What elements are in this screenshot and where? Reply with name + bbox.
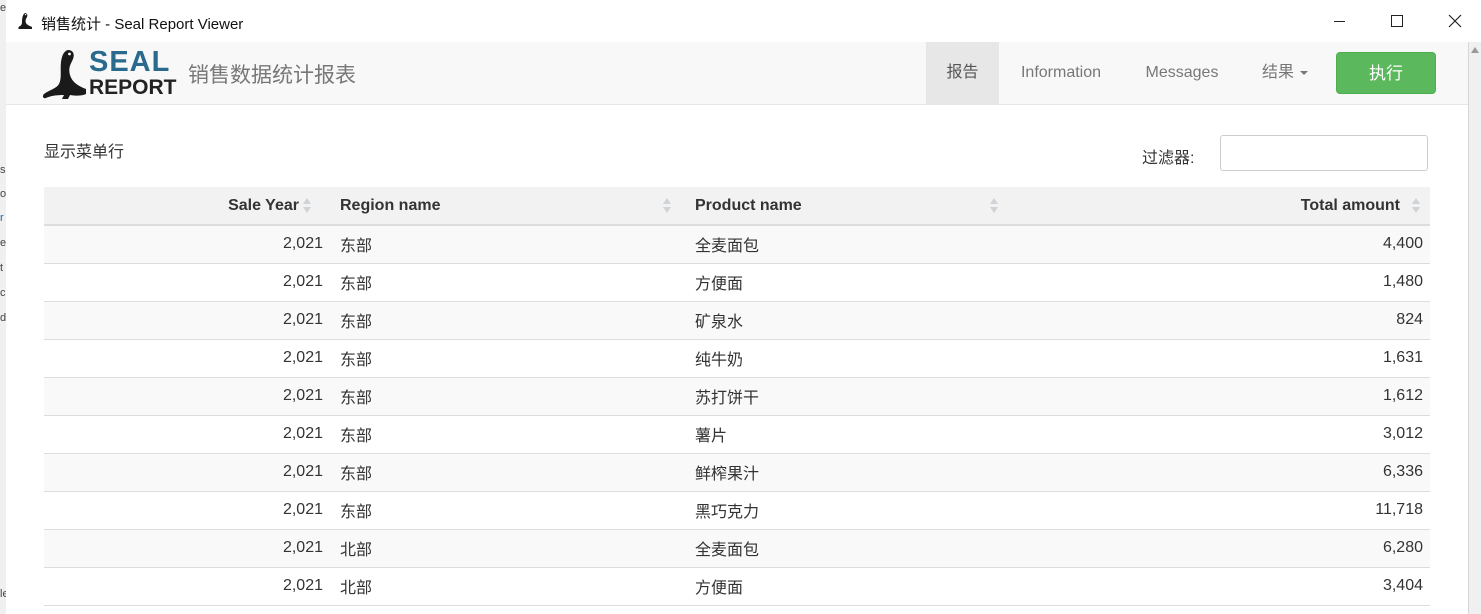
report-viewer-window: 销售统计 - Seal Report Viewer SEAL REPORT 销售… — [6, 0, 1468, 614]
table-cell: 北部 — [333, 567, 688, 606]
report-title: 销售数据统计报表 — [188, 64, 356, 87]
table-cell: 东部 — [333, 453, 688, 492]
vertical-scrollbar[interactable] — [1468, 42, 1481, 614]
table-cell: 6,336 — [1033, 453, 1430, 492]
seal-logo-icon — [42, 50, 86, 99]
table-cell: 2,021 — [44, 415, 333, 454]
table-cell: 2,021 — [44, 491, 333, 530]
table-cell: 东部 — [333, 491, 688, 530]
table-cell: 东部 — [333, 301, 688, 340]
table-cell: 2,021 — [44, 453, 333, 492]
table-cell: 东部 — [333, 339, 688, 378]
table-cell: 东部 — [333, 415, 688, 454]
table-cell: 4,400 — [1033, 225, 1430, 264]
table-cell: 薯片 — [688, 415, 1033, 454]
table-cell: 东部 — [333, 263, 688, 302]
title-bar[interactable]: 销售统计 - Seal Report Viewer — [6, 0, 1468, 42]
column-header-label: Sale Year — [228, 196, 299, 214]
table-row[interactable]: 2,021 东部 黑巧克力 11,718 — [44, 491, 1430, 530]
table-cell: 824 — [1033, 301, 1430, 340]
column-header-product-name[interactable]: Product name — [688, 187, 1033, 226]
show-menu-row-toggle[interactable]: 显示菜单行 — [44, 138, 124, 162]
logo-report-text: REPORT — [89, 76, 177, 99]
close-icon — [1448, 14, 1462, 28]
table-cell: 黑巧克力 — [688, 491, 1033, 530]
table-cell: 2,021 — [44, 339, 333, 378]
minimize-button[interactable] — [1310, 0, 1368, 42]
maximize-icon — [1391, 15, 1403, 27]
table-cell: 鲜榨果汁 — [688, 453, 1033, 492]
table-cell: 2,021 — [44, 567, 333, 606]
sort-icon — [303, 197, 311, 215]
column-header-total-amount[interactable]: Total amount — [1033, 187, 1430, 226]
nav-dropdown-results-label: 结果 — [1261, 64, 1294, 81]
table-body: 2,021 东部 全麦面包 4,400 2,021 东部 方便面 1,480 2,021 东部 矿泉… — [44, 225, 1430, 606]
table-cell: 2,021 — [44, 225, 333, 264]
desktop-text-fragment: c — [0, 287, 6, 299]
table-row[interactable]: 2,021 东部 鲜榨果汁 6,336 — [44, 453, 1430, 492]
table-row[interactable]: 2,021 北部 全麦面包 6,280 — [44, 529, 1430, 568]
table-row[interactable]: 2,021 东部 纯牛奶 1,631 — [44, 339, 1430, 378]
table-row[interactable]: 2,021 东部 薯片 3,012 — [44, 415, 1430, 454]
sort-icon — [1412, 197, 1420, 215]
table-cell: 方便面 — [688, 567, 1033, 606]
nav-dropdown-results[interactable]: 结果 — [1250, 42, 1320, 104]
table-row[interactable]: 2,021 东部 方便面 1,480 — [44, 263, 1430, 302]
table-cell: 2,021 — [44, 377, 333, 416]
nav-tab-report[interactable]: 报告 — [926, 42, 999, 104]
table-cell: 方便面 — [688, 263, 1033, 302]
filter-label: 过滤器: — [1142, 150, 1195, 167]
table-cell: 11,718 — [1033, 491, 1430, 530]
table-cell: 东部 — [333, 225, 688, 264]
column-header-label: Product name — [695, 196, 802, 214]
table-cell: 苏打饼干 — [688, 377, 1033, 416]
table-cell: 全麦面包 — [688, 529, 1033, 568]
sort-icon — [990, 197, 998, 215]
seal-app-icon — [18, 13, 32, 29]
table-row[interactable]: 2,021 东部 苏打饼干 1,612 — [44, 377, 1430, 416]
sort-icon — [663, 197, 671, 215]
nav-tab-messages[interactable]: Messages — [1126, 42, 1238, 104]
report-table: Sale Year Region name Product name Total… — [44, 187, 1430, 606]
table-row[interactable]: 2,021 东部 全麦面包 4,400 — [44, 225, 1430, 264]
table-cell: 6,280 — [1033, 529, 1430, 568]
column-header-label: Total amount — [1300, 196, 1400, 214]
nav-tab-information[interactable]: Information — [1006, 42, 1116, 104]
table-cell: 1,631 — [1033, 339, 1430, 378]
close-button[interactable] — [1426, 0, 1481, 42]
scroll-up-arrow-icon[interactable] — [1471, 47, 1479, 53]
table-cell: 3,404 — [1033, 567, 1430, 606]
desktop-text-fragment: t — [0, 262, 4, 274]
table-cell: 1,480 — [1033, 263, 1430, 302]
window-title: 销售统计 - Seal Report Viewer — [41, 16, 244, 33]
table-header-row: Sale Year Region name Product name Total… — [44, 187, 1430, 226]
caret-down-icon — [1300, 70, 1308, 75]
desktop-text-fragment: r — [0, 212, 4, 224]
table-cell: 2,021 — [44, 263, 333, 302]
column-header-label: Region name — [340, 196, 441, 214]
maximize-button[interactable] — [1368, 0, 1426, 42]
minimize-icon — [1333, 20, 1345, 22]
table-cell: 1,612 — [1033, 377, 1430, 416]
report-table-container: Sale Year Region name Product name Total… — [44, 187, 1430, 606]
column-header-region-name[interactable]: Region name — [333, 187, 688, 226]
table-cell: 2,021 — [44, 529, 333, 568]
table-cell: 2,021 — [44, 301, 333, 340]
filter-input[interactable] — [1220, 135, 1428, 171]
logo-seal-text: SEAL — [89, 46, 171, 78]
table-row[interactable]: 2,021 东部 矿泉水 824 — [44, 301, 1430, 340]
table-cell: 东部 — [333, 377, 688, 416]
seal-report-logo[interactable]: SEAL REPORT — [42, 46, 177, 102]
table-cell: 纯牛奶 — [688, 339, 1033, 378]
table-cell: 3,012 — [1033, 415, 1430, 454]
table-row[interactable]: 2,021 北部 方便面 3,404 — [44, 567, 1430, 606]
table-cell: 北部 — [333, 529, 688, 568]
table-cell: 全麦面包 — [688, 225, 1033, 264]
execute-button[interactable]: 执行 — [1336, 52, 1436, 94]
report-navbar: SEAL REPORT 销售数据统计报表 报告 Information Mess… — [6, 42, 1468, 105]
table-cell: 矿泉水 — [688, 301, 1033, 340]
column-header-sale-year[interactable]: Sale Year — [44, 187, 333, 226]
